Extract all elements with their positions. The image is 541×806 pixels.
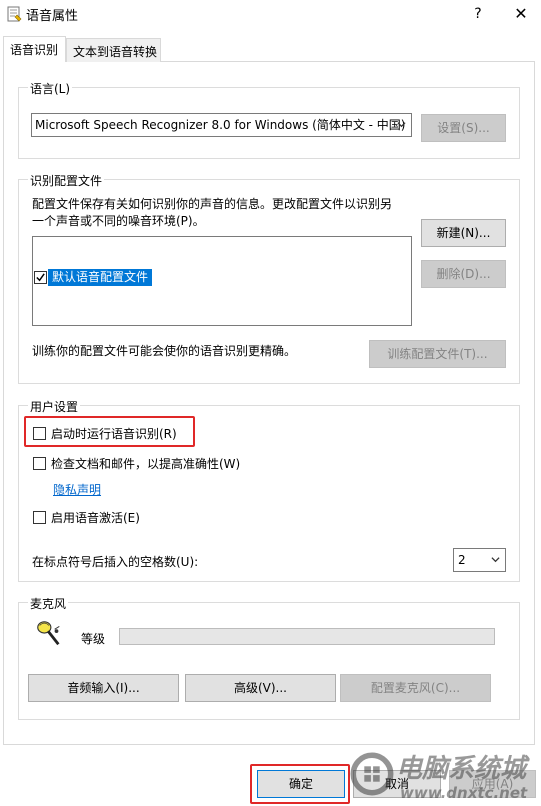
window-title: 语音属性 (26, 9, 79, 24)
user-settings-group-label: 用户设置 (28, 398, 81, 415)
profiles-group-label: 识别配置文件 (28, 172, 105, 189)
close-button[interactable]: ✕ (506, 2, 536, 26)
review-docs-option[interactable]: 检查文档和邮件，以提高准确性(W) (33, 455, 240, 472)
checkmark-icon (36, 272, 45, 281)
microphone-level-bar (119, 628, 495, 645)
configure-microphone-button[interactable]: 配置麦克风(C)... (340, 674, 491, 702)
microphone-group-label: 麦克风 (28, 595, 69, 612)
title-bar: 语音属性 ? ✕ (0, 0, 541, 28)
spaces-select-value: 2 (458, 553, 466, 567)
tab-text-to-speech[interactable]: 文本到语音转换 (66, 38, 161, 62)
profiles-description-line1: 配置文件保存有关如何识别你的声音的信息。更改配置文件以识别另 (32, 197, 393, 211)
cancel-button[interactable]: 取消 (353, 770, 441, 798)
language-select-value: Microsoft Speech Recognizer 8.0 for Wind… (35, 118, 406, 132)
ok-button[interactable]: 确定 (257, 770, 345, 798)
audio-input-button[interactable]: 音频输入(I)... (28, 674, 179, 702)
profile-list-item[interactable]: 默认语音配置文件 (34, 268, 153, 286)
apply-button[interactable]: 应用(A) (449, 770, 536, 798)
spaces-select[interactable]: 2 (453, 548, 506, 572)
startup-option[interactable]: 启动时运行语音识别(R) (33, 425, 177, 442)
microphone-group (18, 602, 520, 720)
voice-activation-checkbox[interactable] (33, 511, 46, 524)
voice-activation-option[interactable]: 启用语音激活(E) (33, 509, 140, 526)
language-group-label: 语言(L) (28, 80, 73, 97)
profile-checkbox[interactable] (34, 270, 47, 284)
startup-checkbox[interactable] (33, 427, 46, 440)
chevron-down-icon (491, 557, 500, 563)
microphone-icon (37, 621, 60, 646)
language-select[interactable]: Microsoft Speech Recognizer 8.0 for Wind… (31, 113, 412, 137)
train-profile-button[interactable]: 训练配置文件(T)... (369, 340, 506, 368)
tab-speech-recognition[interactable]: 语音识别 (3, 36, 66, 62)
level-label: 等级 (81, 632, 106, 646)
profile-item-label: 默认语音配置文件 (48, 268, 153, 286)
language-settings-button[interactable]: 设置(S)... (421, 114, 506, 142)
spaces-label: 在标点符号后插入的空格数(U): (32, 555, 199, 569)
review-docs-checkbox[interactable] (33, 457, 46, 470)
privacy-link[interactable]: 隐私声明 (53, 481, 101, 498)
startup-label: 启动时运行语音识别(R) (51, 427, 177, 441)
train-description: 训练你的配置文件可能会使你的语音识别更精确。 (32, 344, 297, 358)
delete-profile-button[interactable]: 删除(D)... (421, 260, 506, 288)
voice-activation-label: 启用语音激活(E) (51, 511, 140, 525)
chevron-down-icon (397, 122, 406, 128)
advanced-button[interactable]: 高级(V)... (185, 674, 336, 702)
new-profile-button[interactable]: 新建(N)... (421, 219, 506, 247)
speech-properties-icon (7, 6, 22, 22)
profiles-description-line2: 一个声音或不同的噪音环境(P)。 (32, 214, 205, 228)
help-button[interactable]: ? (463, 2, 493, 26)
review-docs-label: 检查文档和邮件，以提高准确性(W) (51, 457, 241, 471)
